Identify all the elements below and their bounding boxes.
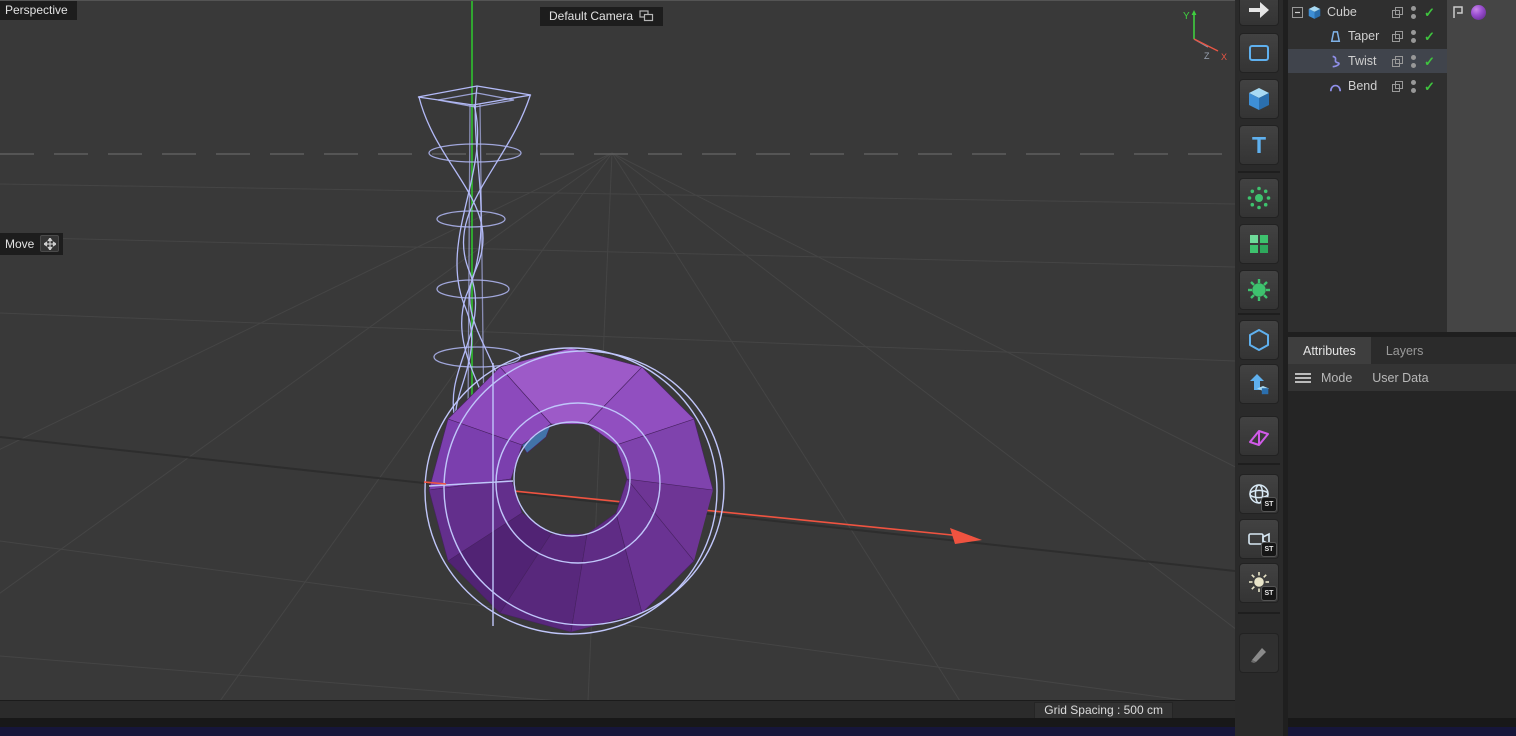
axis-x-label: X [1221,52,1227,62]
object-row-twist[interactable]: Twist ✓ [1288,49,1447,73]
object-row-cube[interactable]: Cube ✓ [1288,0,1447,24]
camera-menu-text: Default Camera [549,9,633,23]
bottom-edge-strip [0,727,1516,736]
sky-icon[interactable]: ST [1239,474,1279,514]
layer-icon[interactable] [1392,7,1403,18]
scene-3d[interactable] [0,1,1235,700]
material-tag-icon[interactable] [1471,5,1486,20]
camera-swap-icon[interactable] [639,10,654,22]
bend-deformer-icon[interactable] [1239,416,1279,456]
enable-check-icon[interactable]: ✓ [1424,30,1435,43]
light-icon[interactable]: ST [1239,563,1279,603]
enable-check-icon[interactable]: ✓ [1424,80,1435,93]
active-tool-label[interactable]: Move [0,233,63,255]
spline-wrap-icon[interactable] [1239,364,1279,404]
view-menu-text: Perspective [5,3,68,17]
object-label[interactable]: Cube [1327,5,1357,19]
camera-menu-label[interactable]: Default Camera [540,7,663,26]
tag-column [1447,0,1516,332]
visibility-dots[interactable] [1411,55,1416,68]
view-menu-label[interactable]: Perspective [0,1,77,20]
st-badge: ST [1261,542,1277,557]
object-row-taper[interactable]: Taper ✓ [1288,24,1447,48]
menu-icon[interactable] [1295,372,1311,384]
text-icon[interactable]: T [1239,125,1279,165]
enable-check-icon[interactable]: ✓ [1424,6,1435,19]
bend-object-icon [1328,79,1343,94]
tab-layers-label: Layers [1386,344,1424,358]
active-tool-text: Move [5,237,34,251]
viewport-perspective[interactable]: Perspective Default Camera Move Y [0,0,1235,700]
taper-object-icon [1328,29,1343,44]
axis-gizmo: Y Z X [1180,7,1232,63]
visibility-dots[interactable] [1411,80,1416,93]
text-tool-glyph: T [1252,134,1266,157]
visibility-dots[interactable] [1411,30,1416,43]
hexagon-icon[interactable] [1239,320,1279,360]
st-badge: ST [1261,497,1277,512]
st-badge: ST [1261,586,1277,601]
toolbar-separator [1238,612,1280,614]
mode-menu[interactable]: Mode [1321,371,1352,385]
cube-icon[interactable] [1239,79,1279,119]
application-window: Perspective Default Camera Move Y [0,0,1516,736]
arrow-icon[interactable] [1239,0,1279,26]
visibility-dots[interactable] [1411,6,1416,19]
toolbar-separator [1238,463,1280,465]
expand-collapse-icon[interactable] [1292,7,1303,18]
attributes-mode-bar: Mode User Data [1288,364,1516,391]
layer-icon[interactable] [1392,31,1403,42]
attributes-tab-bar: Attributes Layers [1288,337,1516,364]
user-data-menu[interactable]: User Data [1372,371,1428,385]
metaball-icon[interactable] [1239,270,1279,310]
instance-icon[interactable] [1239,178,1279,218]
object-manager: Cube ✓ Taper ✓ [1288,0,1516,332]
array-icon[interactable] [1239,224,1279,264]
twist-object-icon [1328,54,1343,69]
enable-check-icon[interactable]: ✓ [1424,55,1435,68]
pen-icon[interactable] [1239,633,1279,673]
axis-y-label: Y [1183,11,1190,22]
attributes-body [1288,391,1516,718]
rectangle-icon[interactable] [1239,33,1279,73]
camera-icon[interactable]: ST [1239,519,1279,559]
object-row-bend[interactable]: Bend ✓ [1288,74,1447,98]
object-label[interactable]: Bend [1348,79,1377,93]
layer-icon[interactable] [1392,81,1403,92]
object-label[interactable]: Twist [1348,54,1376,68]
tab-layers[interactable]: Layers [1371,337,1439,364]
viewport-status-bar: Grid Spacing : 500 cm [0,700,1235,718]
cube-object-icon [1307,5,1322,20]
tab-attributes[interactable]: Attributes [1288,337,1371,364]
object-label[interactable]: Taper [1348,29,1379,43]
layer-icon[interactable] [1392,56,1403,67]
toolbar-separator [1238,313,1280,315]
bottom-divider-strip [0,718,1516,727]
tab-attributes-label: Attributes [1303,344,1356,358]
create-toolbar: T [1235,0,1283,736]
axis-z-label: Z [1204,51,1210,61]
phong-tag-icon[interactable] [1452,6,1465,19]
toolbar-separator [1238,171,1280,173]
move-tool-icon [40,235,59,252]
